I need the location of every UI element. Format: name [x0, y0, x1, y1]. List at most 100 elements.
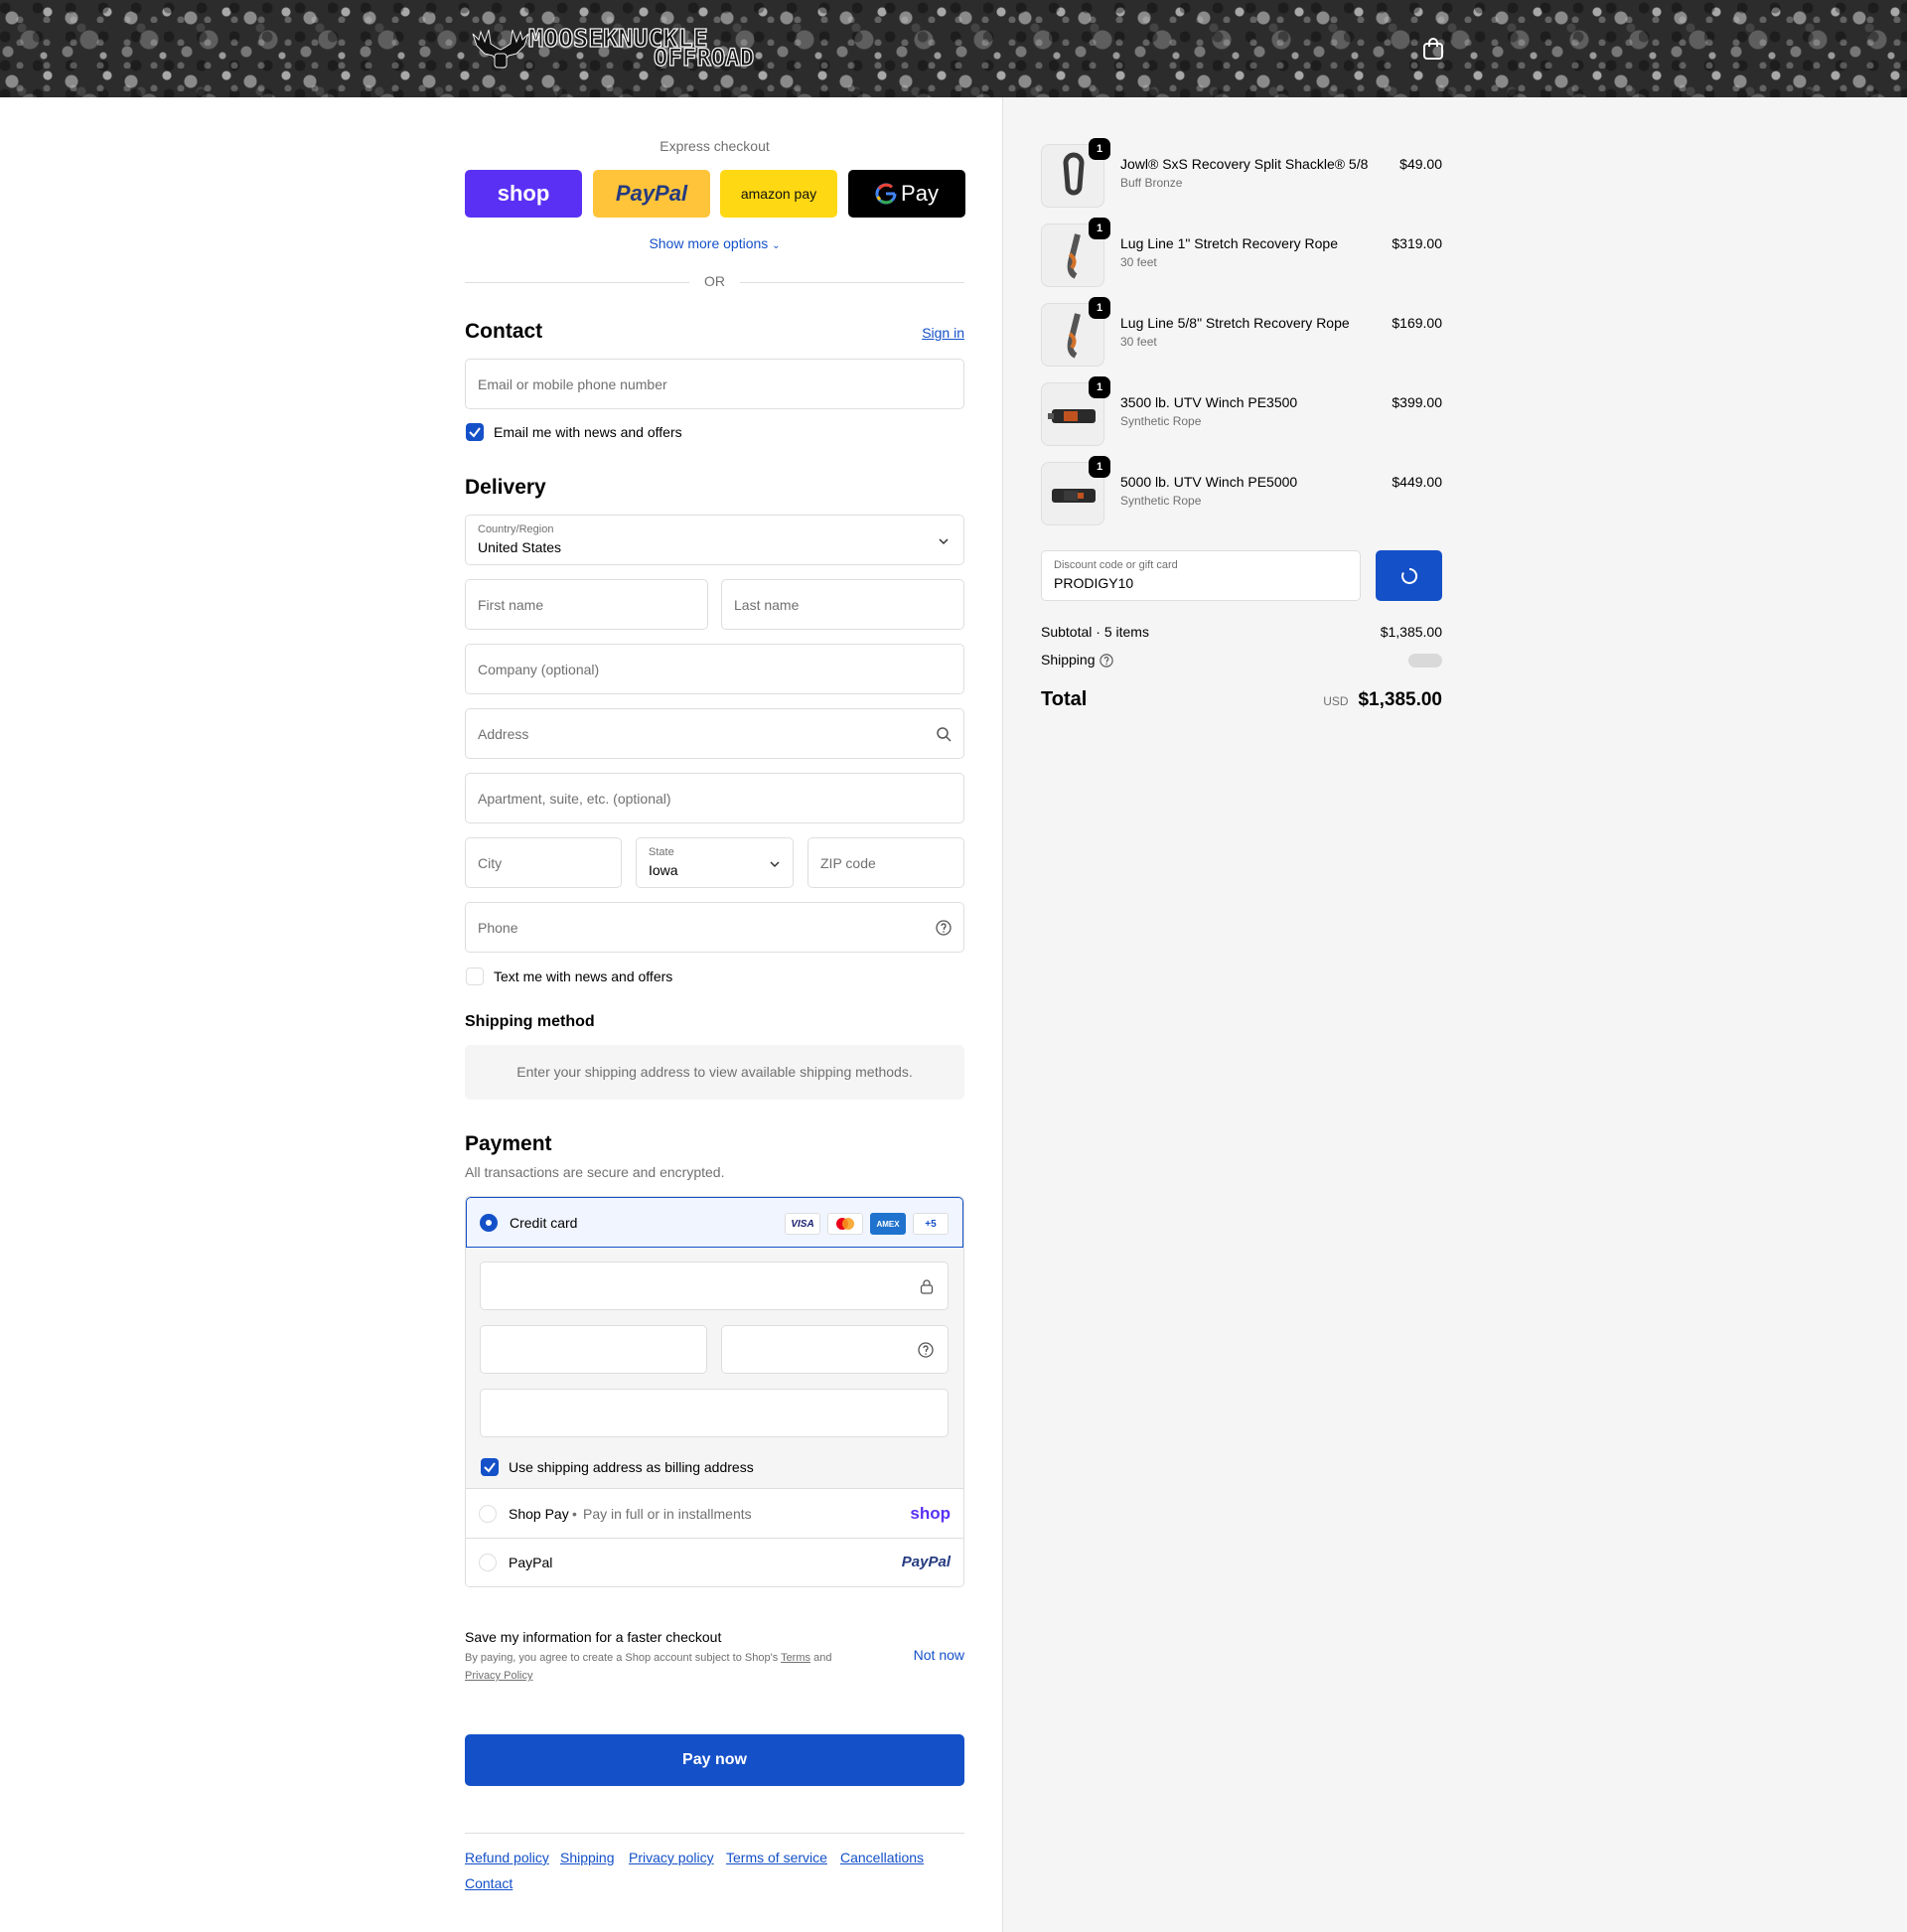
- chevron-down-icon: ⌄: [772, 240, 781, 251]
- state-value: Iowa: [649, 862, 678, 878]
- email-optin-label: Email me with news and offers: [494, 424, 682, 440]
- company-field[interactable]: Company (optional): [465, 644, 964, 694]
- expiration-field[interactable]: [480, 1325, 707, 1374]
- shipping-method-notice: Enter your shipping address to view avai…: [465, 1045, 964, 1100]
- show-more-label: Show more options: [649, 235, 769, 251]
- paypal-option[interactable]: PayPal PayPal: [466, 1539, 963, 1586]
- help-circle-icon[interactable]: [1100, 654, 1113, 668]
- footer-link-terms[interactable]: Terms of service: [726, 1850, 827, 1865]
- google-pay-label: Pay: [901, 181, 939, 206]
- zip-field[interactable]: ZIP code: [807, 837, 964, 888]
- discount-value: PRODIGY10: [1054, 575, 1134, 591]
- security-code-field[interactable]: [721, 1325, 949, 1374]
- checkmark-icon: [484, 1462, 496, 1473]
- save-info-title: Save my information for a faster checkou…: [465, 1629, 722, 1645]
- order-summary-panel: [1002, 97, 1907, 1932]
- help-circle-icon[interactable]: [936, 920, 952, 936]
- item-name: 3500 lb. UTV Winch PE3500: [1120, 394, 1298, 410]
- card-number-field[interactable]: [480, 1262, 949, 1310]
- item-price: $319.00: [1392, 235, 1442, 251]
- shipping-loading-placeholder: [1408, 654, 1442, 668]
- shop-pay-sublabel: Pay in full or in installments: [583, 1506, 752, 1522]
- bullet-separator: •: [572, 1506, 577, 1522]
- country-select[interactable]: Country/Region United States: [465, 515, 964, 565]
- shop-terms-link[interactable]: Terms: [781, 1652, 810, 1664]
- not-now-link[interactable]: Not now: [914, 1647, 964, 1663]
- shop-pay-option[interactable]: Shop Pay • Pay in full or in installment…: [466, 1489, 963, 1539]
- address-field[interactable]: Address: [465, 708, 964, 759]
- item-name: 5000 lb. UTV Winch PE5000: [1120, 474, 1298, 490]
- phone-placeholder: Phone: [478, 920, 518, 936]
- email-field[interactable]: Email or mobile phone number: [465, 359, 964, 409]
- footer-link-refund[interactable]: Refund policy: [465, 1850, 549, 1865]
- or-separator: OR: [704, 273, 725, 289]
- cart-line-item: 1 Jowl® SxS Recovery Split Shackle® 5/8 …: [1041, 138, 1442, 208]
- subtotal-label: Subtotal · 5 items: [1041, 624, 1149, 640]
- cart-line-item: 1 Lug Line 5/8" Stretch Recovery Rope 30…: [1041, 297, 1442, 367]
- first-name-field[interactable]: First name: [465, 579, 708, 630]
- currency-code: USD: [1323, 694, 1349, 708]
- credit-card-radio[interactable]: [480, 1214, 498, 1232]
- shop-pay-button[interactable]: shop: [465, 170, 582, 218]
- store-logo[interactable]: MOOSEKNUCKLE OFFROAD: [471, 23, 759, 73]
- shop-pay-radio[interactable]: [479, 1505, 497, 1523]
- google-g-icon: [875, 183, 897, 205]
- country-label: Country/Region: [478, 523, 554, 535]
- contact-heading: Contact: [465, 320, 543, 343]
- apply-discount-button[interactable]: [1376, 550, 1442, 601]
- product-thumbnail: 1: [1041, 138, 1110, 208]
- item-variant: Synthetic Rope: [1120, 494, 1202, 508]
- cart-line-item: 1 Lug Line 1" Stretch Recovery Rope 30 f…: [1041, 218, 1442, 287]
- pay-now-button[interactable]: Pay now: [465, 1734, 964, 1786]
- item-variant: 30 feet: [1120, 255, 1157, 269]
- name-on-card-field[interactable]: [480, 1389, 949, 1437]
- product-thumbnail: 1: [1041, 456, 1110, 525]
- visa-icon: VISA: [785, 1213, 820, 1235]
- sign-in-link[interactable]: Sign in: [922, 325, 964, 341]
- paypal-button[interactable]: PayPal: [593, 170, 710, 218]
- subtotal-row: Subtotal · 5 items $1,385.00: [1041, 624, 1442, 640]
- item-price: $449.00: [1392, 474, 1442, 490]
- state-select[interactable]: State Iowa: [636, 837, 794, 888]
- search-icon: [937, 727, 952, 742]
- footer-link-shipping[interactable]: Shipping: [560, 1850, 615, 1865]
- payment-heading: Payment: [465, 1132, 552, 1155]
- help-circle-icon[interactable]: [918, 1342, 934, 1358]
- loading-spinner-icon: [1401, 567, 1418, 584]
- delivery-heading: Delivery: [465, 476, 546, 499]
- footer-link-privacy[interactable]: Privacy policy: [629, 1850, 714, 1865]
- email-optin-checkbox[interactable]: [466, 423, 484, 441]
- mastercard-icon: [827, 1213, 863, 1235]
- shop-privacy-link[interactable]: Privacy Policy: [465, 1670, 532, 1682]
- last-name-placeholder: Last name: [734, 597, 800, 613]
- lock-icon: [920, 1279, 934, 1294]
- footer-link-contact[interactable]: Contact: [465, 1875, 513, 1891]
- footer-link-cancellations[interactable]: Cancellations: [840, 1850, 924, 1865]
- item-price: $169.00: [1392, 315, 1442, 331]
- city-field[interactable]: City: [465, 837, 622, 888]
- google-pay-button[interactable]: Pay: [848, 170, 965, 218]
- text-optin-checkbox[interactable]: [466, 967, 484, 985]
- express-checkout-title: Express checkout: [660, 138, 770, 154]
- amazon-pay-button[interactable]: amazon pay: [720, 170, 837, 218]
- last-name-field[interactable]: Last name: [721, 579, 964, 630]
- paypal-radio[interactable]: [479, 1554, 497, 1571]
- billing-same-checkbox[interactable]: [481, 1458, 499, 1476]
- phone-field[interactable]: Phone: [465, 902, 964, 953]
- discount-code-field[interactable]: Discount code or gift card PRODIGY10: [1041, 550, 1361, 601]
- item-name: Lug Line 1" Stretch Recovery Rope: [1120, 235, 1338, 251]
- text-optin-label: Text me with news and offers: [494, 968, 673, 984]
- show-more-options-link[interactable]: Show more options ⌄: [465, 235, 964, 251]
- first-name-placeholder: First name: [478, 597, 544, 613]
- paypal-label: PayPal: [615, 181, 688, 206]
- quantity-badge: 1: [1089, 456, 1110, 478]
- credit-card-option[interactable]: Credit card VISA AMEX +5: [466, 1197, 963, 1248]
- shipping-label: Shipping: [1041, 652, 1096, 668]
- apartment-field[interactable]: Apartment, suite, etc. (optional): [465, 773, 964, 823]
- shopping-bag-icon[interactable]: [1422, 37, 1444, 61]
- credit-card-label: Credit card: [510, 1215, 578, 1231]
- cart-line-item: 1 5000 lb. UTV Winch PE5000 Synthetic Ro…: [1041, 456, 1442, 525]
- billing-same-label: Use shipping address as billing address: [509, 1459, 754, 1475]
- total-amount: USD $1,385.00: [1323, 689, 1442, 711]
- payment-subtitle: All transactions are secure and encrypte…: [465, 1164, 725, 1180]
